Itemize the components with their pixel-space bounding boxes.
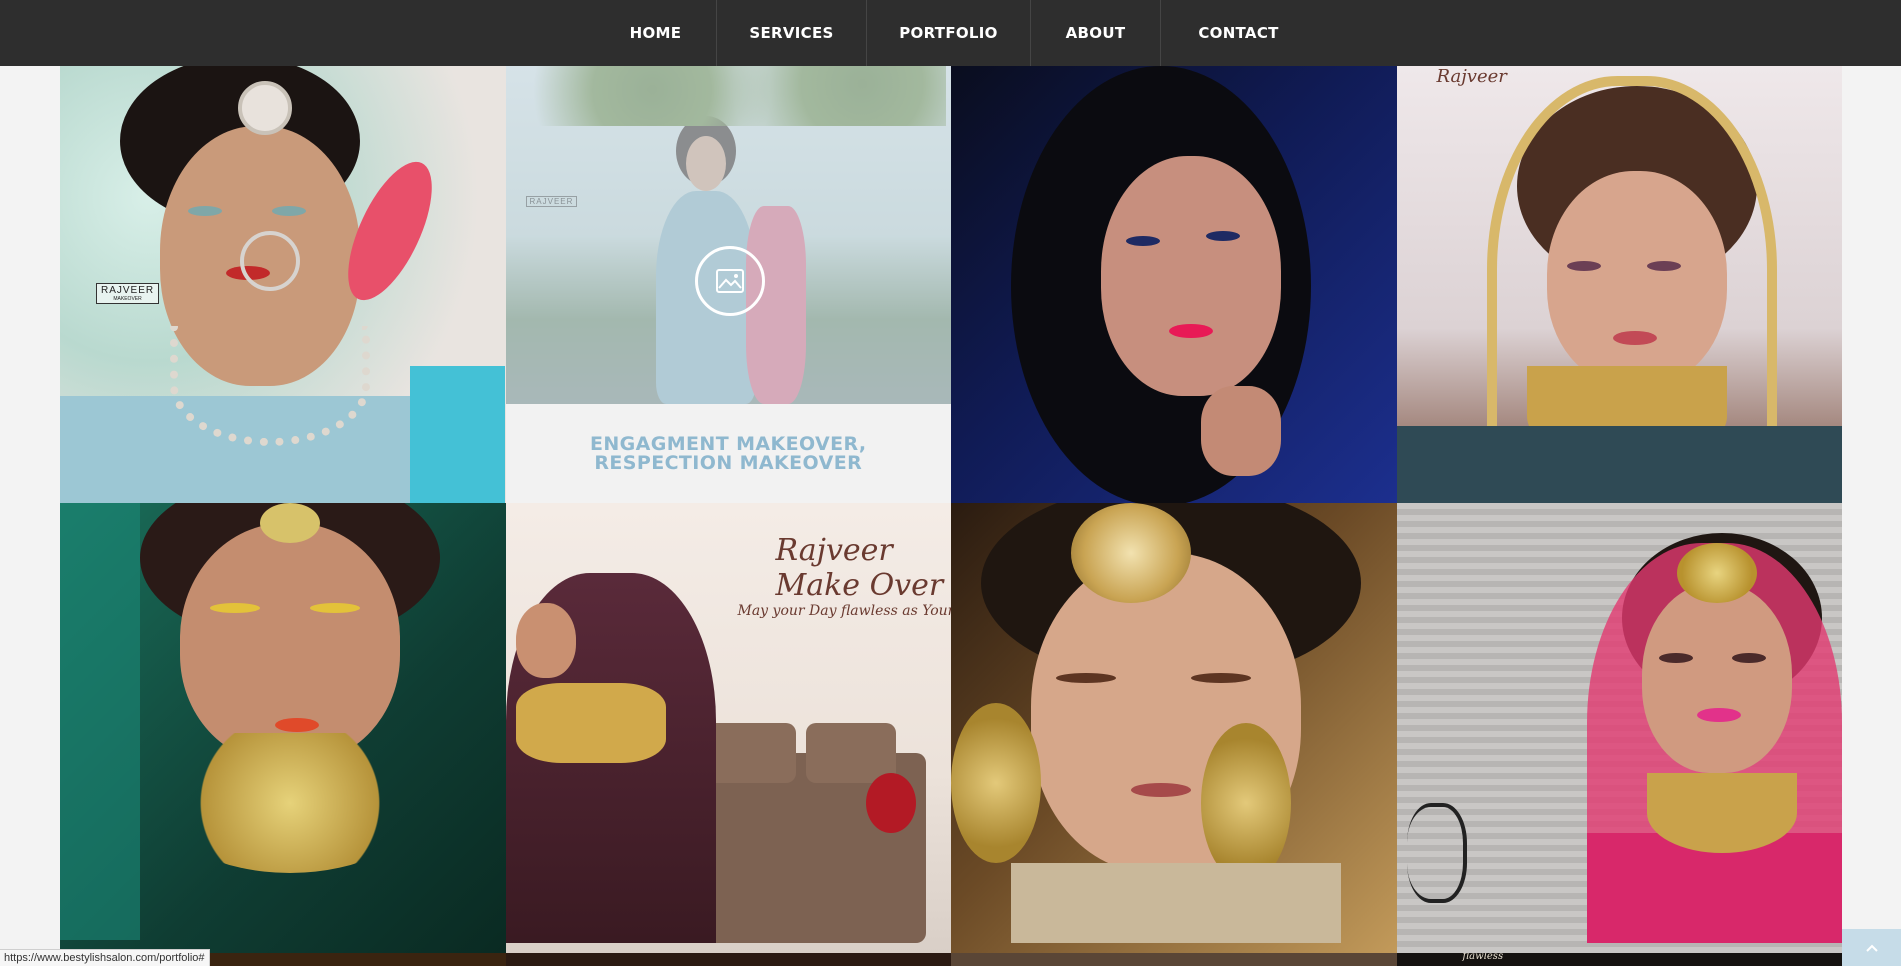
hover-overlay xyxy=(505,66,951,404)
portfolio-caption-text: ENGAGMENT MAKEOVER, RESPECTION MAKEOVER xyxy=(589,432,867,474)
portfolio-item[interactable]: Rajveer xyxy=(1396,66,1842,503)
portfolio-photo: Rajveer xyxy=(1396,66,1842,503)
portfolio-photo xyxy=(951,66,1397,503)
portfolio-item[interactable] xyxy=(505,953,951,966)
browser-status-url: https://www.bestylishsalon.com/portfolio… xyxy=(0,949,210,966)
scroll-to-top-button[interactable] xyxy=(1842,929,1901,966)
portfolio-photo xyxy=(1396,503,1842,953)
nav-menu: HOME SERVICES PORTFOLIO ABOUT CONTACT xyxy=(595,0,1316,66)
portfolio-item[interactable] xyxy=(951,503,1397,953)
portfolio-photo xyxy=(951,953,1397,966)
portfolio-item[interactable] xyxy=(60,503,506,953)
portfolio-item[interactable] xyxy=(1396,503,1842,953)
portfolio-item[interactable]: Rajveer Make Over May your Day flawless … xyxy=(505,503,952,953)
chevron-up-icon xyxy=(1865,944,1878,952)
portfolio-photo xyxy=(951,503,1397,953)
portfolio-item[interactable]: RAJVEER MAKEOVER xyxy=(60,66,506,503)
portfolio-photo xyxy=(60,503,506,953)
portfolio-photo: flawless xyxy=(1396,953,1842,966)
portfolio-photo: Rajveer Make Over May your Day flawless … xyxy=(505,503,952,953)
watermark-logo: flawless xyxy=(1462,953,1504,962)
nav-home[interactable]: HOME xyxy=(595,0,717,66)
watermark-logo: Make Over xyxy=(775,568,944,603)
watermark-logo-sub: MAKEOVER xyxy=(113,296,142,302)
nav-portfolio[interactable]: PORTFOLIO xyxy=(867,0,1031,66)
portfolio-item[interactable] xyxy=(951,66,1397,503)
nav-services[interactable]: SERVICES xyxy=(717,0,867,66)
portfolio-grid: RAJVEER MAKEOVER RAJVEER ENGAGMENT M xyxy=(60,66,1842,966)
portfolio-photo xyxy=(505,953,951,966)
watermark-logo: Rajveer xyxy=(1436,66,1507,87)
portfolio-photo: RAJVEER MAKEOVER xyxy=(60,66,506,503)
watermark-tagline: May your Day flawless as Your Makeup xyxy=(737,603,952,619)
watermark-logo: Rajveer xyxy=(775,533,893,568)
top-navbar: HOME SERVICES PORTFOLIO ABOUT CONTACT xyxy=(0,0,1901,66)
portfolio-caption: ENGAGMENT MAKEOVER, RESPECTION MAKEOVER xyxy=(505,404,951,503)
image-gallery-icon[interactable] xyxy=(694,246,765,316)
nav-about[interactable]: ABOUT xyxy=(1031,0,1161,66)
nav-contact[interactable]: CONTACT xyxy=(1161,0,1316,66)
portfolio-item-hovered[interactable]: RAJVEER ENGAGMENT MAKEOVER, RESPECTION M… xyxy=(505,66,951,503)
portfolio-item[interactable] xyxy=(951,953,1397,966)
watermark-logo: RAJVEER xyxy=(101,285,155,296)
portfolio-item[interactable]: flawless xyxy=(1396,953,1842,966)
